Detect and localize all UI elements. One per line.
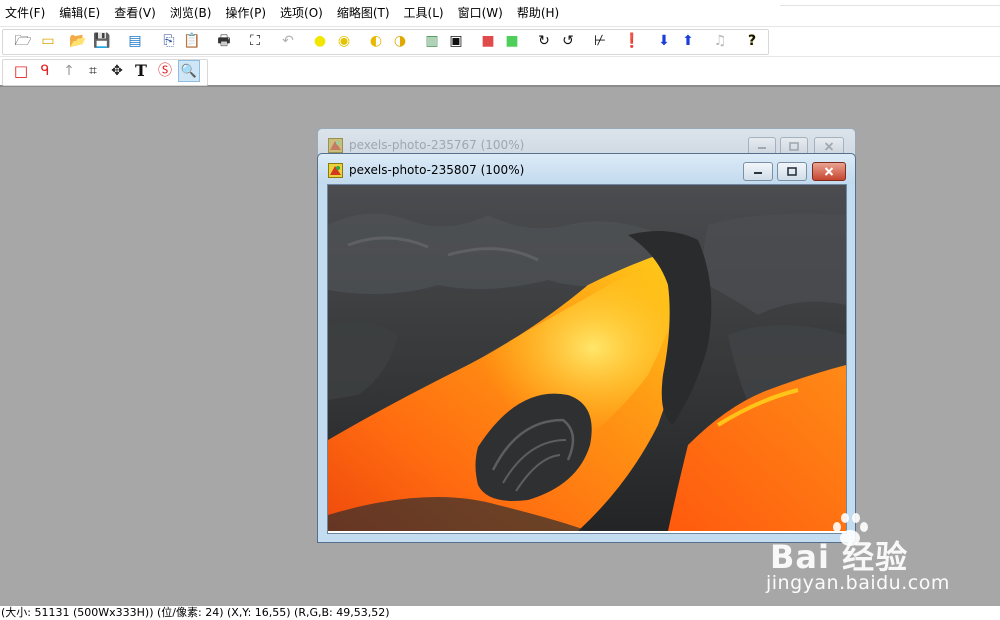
window-title: pexels-photo-235767 (100%) [349, 138, 525, 152]
menu-options[interactable]: 选项(O) [273, 0, 330, 26]
minimize-icon [754, 171, 762, 174]
down-arrow-icon[interactable]: ⬇ [654, 31, 674, 51]
window-titlebar[interactable]: pexels-photo-235807 (100%) [318, 154, 855, 184]
main-toolbar: 🗁 ▭ 📂 💾 ▤ ⎘ 📋 🖶 ⛶ ↶ ● ◉ ◐ ◑ ▥ ▣ ■ ■ ↻ ↺ … [0, 26, 1000, 56]
menu-operation[interactable]: 操作(P) [218, 0, 273, 26]
open-icon[interactable]: 📂 [68, 31, 88, 51]
arrow-tool-icon[interactable]: ↑ [59, 61, 79, 81]
tool-toolbar: □ ᑫ ↑ ⌗ ✥ T Ⓢ 🔍 [0, 56, 1000, 87]
status-bar: (大小: 51131 (500Wx333H)) (位/像素: 24) (X,Y:… [0, 606, 1000, 620]
menu-help[interactable]: 帮助(H) [510, 0, 566, 26]
help-icon[interactable]: ? [742, 31, 762, 51]
image-frame [327, 184, 847, 534]
fullscreen-icon[interactable]: ⛶ [245, 31, 265, 51]
window-title: pexels-photo-235807 (100%) [349, 163, 525, 177]
print-icon[interactable]: 🖶 [214, 31, 234, 51]
save-icon[interactable]: 💾 [92, 31, 112, 51]
copy-icon[interactable]: ⎘ [159, 31, 179, 51]
watermark: Bai 经验 jingyan.baidu.com [760, 510, 1000, 606]
close-button[interactable] [812, 162, 846, 181]
crop-tool-icon[interactable]: ⌗ [83, 61, 103, 81]
zoom-tool-icon[interactable]: 🔍 [178, 60, 200, 82]
sound-icon[interactable]: ♫ [710, 31, 730, 51]
open-folder-icon[interactable]: 🗁 [13, 31, 33, 51]
menu-browse[interactable]: 浏览(B) [163, 0, 219, 26]
new-icon[interactable]: ▭ [38, 31, 58, 51]
menu-right-pane [780, 0, 1000, 6]
scan-icon[interactable]: ▤ [125, 31, 145, 51]
contrast-up-icon[interactable]: ◐ [366, 31, 386, 51]
menu-tools[interactable]: 工具(L) [397, 0, 451, 26]
app-icon [328, 163, 343, 178]
brightness-down-icon[interactable]: ◉ [334, 31, 354, 51]
stamp-tool-icon[interactable]: Ⓢ [155, 61, 175, 81]
rotate-left-icon[interactable]: ↺ [558, 31, 578, 51]
menu-edit[interactable]: 编辑(E) [52, 0, 107, 26]
paste-icon[interactable]: 📋 [182, 31, 202, 51]
border-icon[interactable]: ▣ [446, 31, 466, 51]
undo-icon[interactable]: ↶ [278, 31, 298, 51]
watermark-url: jingyan.baidu.com [766, 572, 950, 594]
info-icon[interactable]: ❗ [622, 31, 642, 51]
menu-bar: 文件(F) 编辑(E) 查看(V) 浏览(B) 操作(P) 选项(O) 缩略图(… [0, 0, 1000, 26]
menu-thumbnail[interactable]: 缩略图(T) [330, 0, 397, 26]
close-icon [824, 167, 834, 176]
up-arrow-icon[interactable]: ⬆ [678, 31, 698, 51]
rectangle-select-icon[interactable]: □ [11, 61, 31, 81]
app-icon [328, 138, 343, 153]
image-window-active[interactable]: pexels-photo-235807 (100%) [317, 153, 856, 543]
histogram-icon[interactable]: ⊬ [590, 31, 610, 51]
maximize-button[interactable] [777, 162, 807, 181]
lasso-select-icon[interactable]: ᑫ [35, 61, 55, 81]
menu-file[interactable]: 文件(F) [0, 0, 52, 26]
menu-window[interactable]: 窗口(W) [451, 0, 510, 26]
green-icon[interactable]: ■ [502, 31, 522, 51]
maximize-icon [789, 142, 799, 151]
rotate-right-icon[interactable]: ↻ [534, 31, 554, 51]
status-text: (大小: 51131 (500Wx333H)) (位/像素: 24) (X,Y:… [1, 606, 390, 619]
close-icon [824, 142, 834, 151]
image-canvas[interactable] [328, 185, 846, 531]
lava-photo [328, 185, 846, 531]
color-icon[interactable]: ▥ [422, 31, 442, 51]
minimize-icon [758, 146, 766, 149]
brightness-up-icon[interactable]: ● [310, 31, 330, 51]
maximize-icon [787, 167, 797, 176]
red-icon[interactable]: ■ [478, 31, 498, 51]
move-tool-icon[interactable]: ✥ [107, 61, 127, 81]
minimize-button[interactable] [743, 162, 773, 181]
contrast-down-icon[interactable]: ◑ [390, 31, 410, 51]
menu-view[interactable]: 查看(V) [107, 0, 163, 26]
text-tool-icon[interactable]: T [131, 61, 151, 81]
